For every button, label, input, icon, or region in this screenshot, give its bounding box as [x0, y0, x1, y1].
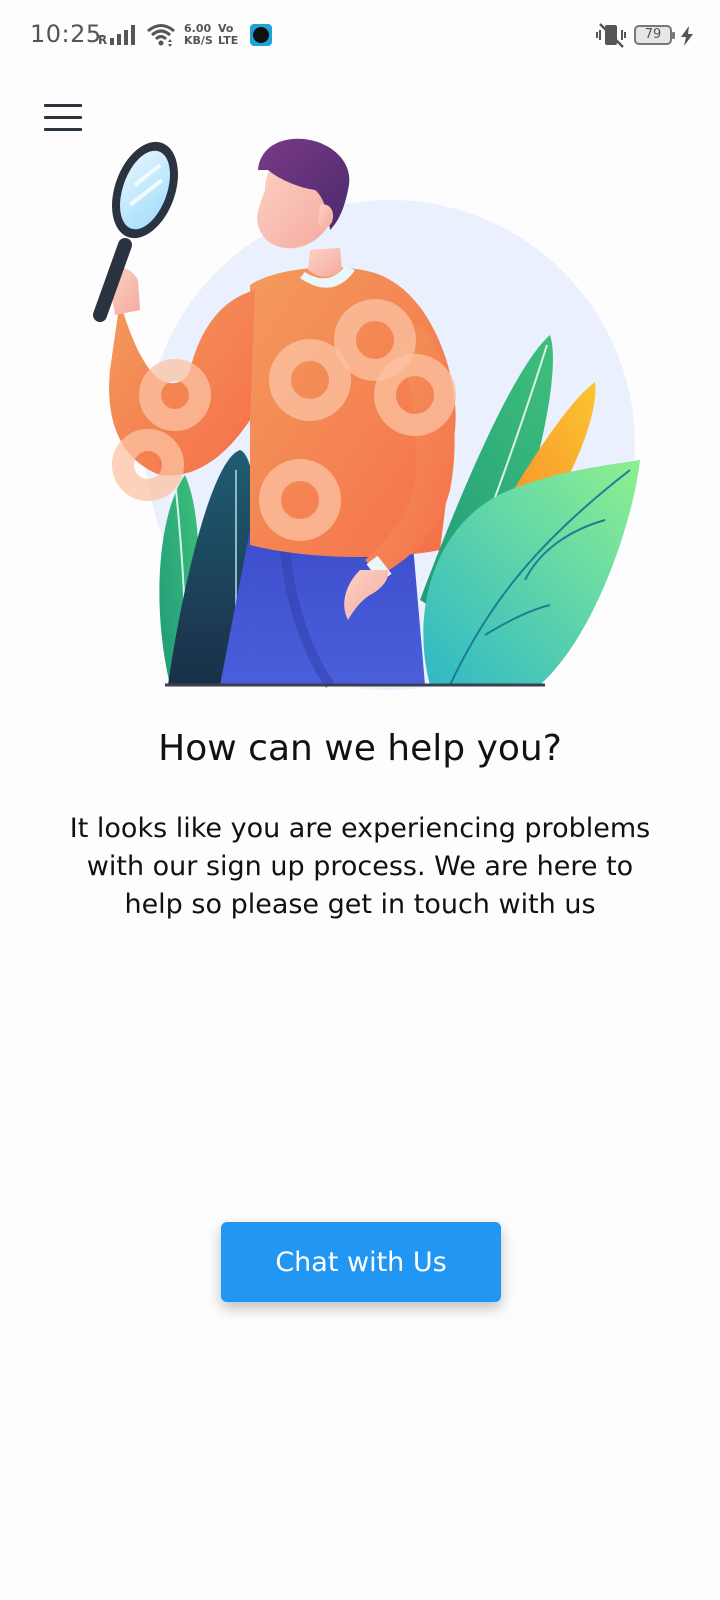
status-time: 10:25 — [30, 20, 102, 48]
network-speed-unit: KB/S — [184, 34, 213, 47]
volte-bottom: LTE — [218, 34, 239, 47]
hamburger-menu-icon[interactable] — [44, 104, 82, 132]
help-screen: 10:25 R 6.00 KB/S Vo LTE 79 How can we h… — [0, 0, 720, 1600]
page-title: How can we help you? — [158, 728, 562, 769]
battery-level: 79 — [644, 27, 662, 42]
signal-roaming-label: R — [98, 33, 107, 46]
volte-indicator: Vo LTE — [218, 23, 238, 47]
battery-icon: 79 — [634, 25, 675, 45]
network-speed: 6.00 KB/S — [184, 23, 213, 47]
chat-with-us-button[interactable]: Chat with Us — [221, 1222, 501, 1302]
app-notification-icon — [250, 24, 272, 46]
wifi-icon — [146, 22, 176, 52]
help-message: It looks like you are experiencing probl… — [69, 813, 651, 920]
charging-icon — [680, 26, 694, 50]
signal-icon: R — [98, 24, 140, 50]
help-search-illustration — [90, 130, 660, 706]
status-bar: 10:25 R 6.00 KB/S Vo LTE 79 — [0, 0, 720, 72]
vibrate-mute-icon — [596, 22, 626, 52]
